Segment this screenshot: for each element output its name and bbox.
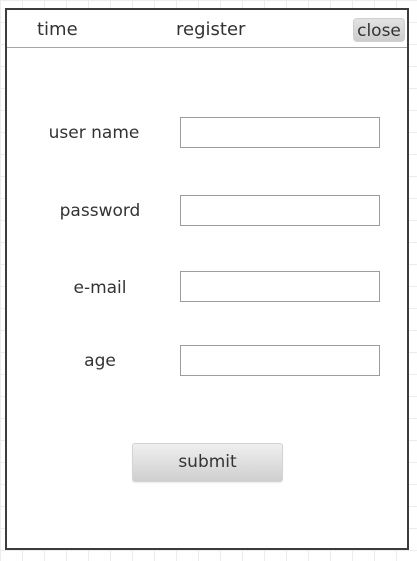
user-name-input[interactable] (180, 117, 380, 148)
time-label: time (37, 19, 78, 40)
title-bar: time register close (7, 10, 407, 48)
password-input[interactable] (180, 195, 380, 226)
password-label: password (59, 201, 141, 221)
age-label: age (84, 351, 116, 371)
close-button[interactable]: close (353, 18, 405, 42)
window-title: register (176, 19, 246, 40)
age-input[interactable] (180, 345, 380, 376)
email-label: e-mail (73, 278, 127, 298)
user-name-label: user name (48, 123, 140, 143)
register-window: time register close user name password e… (5, 8, 409, 550)
submit-button[interactable]: submit (132, 443, 283, 482)
email-input[interactable] (180, 271, 380, 302)
